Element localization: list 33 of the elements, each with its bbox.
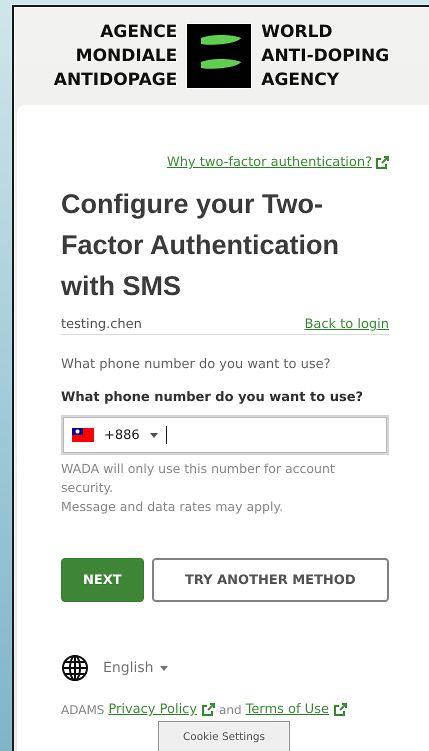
globe-icon [61,654,89,682]
logo-text: ANTI-DOPING [261,45,390,68]
logo-text: ANTIDOPAGE [54,69,178,92]
hint-text: WADA will only use this number for account security. [61,460,336,497]
alternate-method-button[interactable]: TRY ANOTHER METHOD [152,558,389,602]
logo-text: WORLD [261,21,334,44]
logo-text: AGENCY [261,69,340,92]
language-selector[interactable]: English [103,660,168,676]
next-button[interactable]: NEXT [61,558,144,602]
caret-icon [160,666,168,670]
footer-text: and [219,702,242,716]
logo-text: AGENCE [99,21,178,44]
page-title: Configure your Two-Factor Authentication with SMS [61,188,340,303]
phone-field[interactable]: +886 [61,415,389,455]
country-selector[interactable]: +886 [72,428,158,442]
help-link[interactable]: Why two-factor authentication? [166,155,372,170]
text-cursor [166,426,167,444]
external-link-icon [375,156,389,170]
terms-link[interactable]: Terms of Use [246,702,329,717]
footer-text: ADAMS [61,702,104,716]
external-link-icon [332,702,347,716]
cookie-settings-button[interactable]: Cookie Settings [158,721,290,751]
external-link-icon [201,702,216,716]
privacy-link[interactable]: Privacy Policy [108,702,198,717]
back-link[interactable]: Back to login [304,317,389,332]
flag-icon [72,428,94,442]
username: testing.chen [61,317,142,332]
question-text: What phone number do you want to use? [61,357,332,372]
logo-icon [187,24,252,88]
hint-text: Message and data rates may apply. [61,498,284,516]
logo-text: MONDIALE [74,45,178,68]
caret-icon [150,432,158,438]
field-label: What phone number do you want to use? [61,390,364,405]
